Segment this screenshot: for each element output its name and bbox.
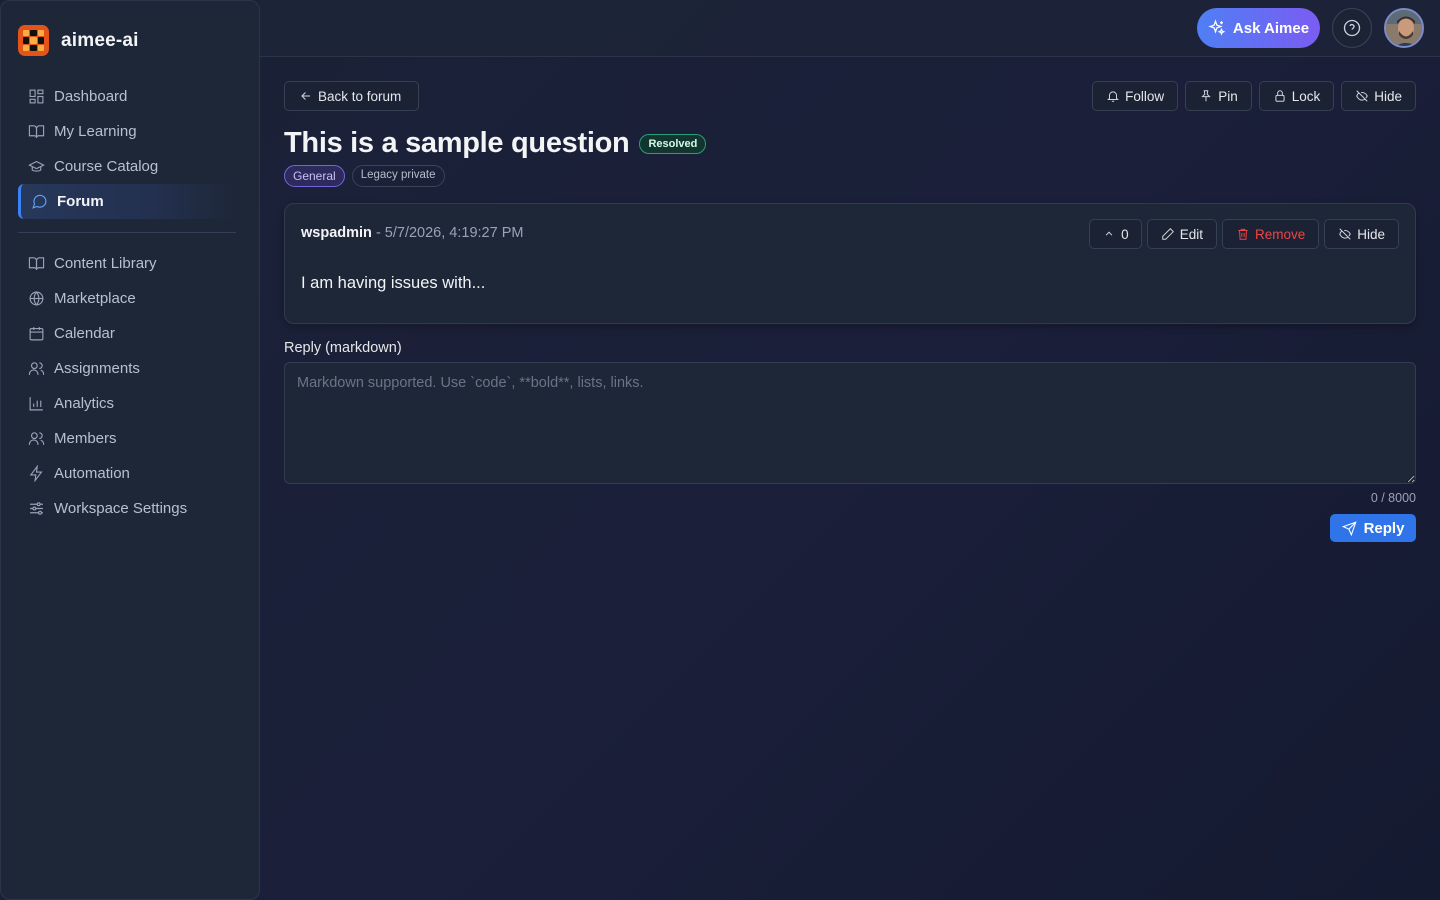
sidebar: aimee-ai Dashboard My Learning Course Ca…: [0, 0, 260, 900]
brand-logo-icon: [18, 25, 49, 56]
bar-chart-icon: [29, 397, 43, 411]
sidebar-item-label: Automation: [54, 465, 130, 482]
char-count: 0 / 8000: [1370, 491, 1416, 505]
dashboard-icon: [29, 89, 44, 104]
topbar: Ask Aimee: [260, 0, 1440, 57]
send-icon: [1341, 520, 1357, 536]
sidebar-item-dashboard[interactable]: Dashboard: [18, 79, 236, 114]
chevron-up-icon: [1105, 231, 1113, 236]
back-to-forum-button[interactable]: Back to forum: [284, 81, 419, 111]
sidebar-item-workspace-settings[interactable]: Workspace Settings: [18, 491, 236, 526]
help-circle-icon: [1343, 19, 1361, 37]
lock-label: Lock: [1291, 88, 1321, 104]
sidebar-item-label: Calendar: [54, 325, 115, 342]
sidebar-item-label: Marketplace: [54, 290, 136, 307]
sidebar-item-label: Dashboard: [54, 88, 128, 105]
vote-count: 0: [1121, 226, 1129, 242]
sidebar-item-course-catalog[interactable]: Course Catalog: [18, 149, 236, 184]
sidebar-item-automation[interactable]: Automation: [18, 456, 236, 491]
reply-button[interactable]: Reply: [1330, 514, 1416, 542]
hide-thread-button[interactable]: Hide: [1341, 81, 1416, 111]
arrow-left-icon: [301, 92, 311, 100]
post-meta: wspadmin - 5/7/2026, 4:19:27 PM: [301, 225, 523, 241]
thread-tags: General Legacy private: [284, 165, 445, 187]
users-icon: [28, 362, 45, 375]
sparkles-icon: [1208, 19, 1226, 36]
pin-label: Pin: [1218, 88, 1238, 104]
sidebar-item-members[interactable]: Members: [18, 421, 236, 456]
lock-button[interactable]: Lock: [1258, 81, 1335, 111]
zap-icon: [29, 465, 43, 482]
page-title: This is a sample question: [284, 127, 630, 159]
post-author[interactable]: wspadmin: [301, 225, 372, 241]
globe-icon: [29, 291, 44, 306]
trash-icon: [1238, 228, 1248, 240]
post-timestamp: - 5/7/2026, 4:19:27 PM: [375, 225, 524, 241]
book-open-icon: [28, 125, 45, 138]
calendar-icon: [29, 327, 44, 341]
bell-icon: [1107, 91, 1120, 102]
eye-off-icon: [1356, 90, 1369, 102]
edit-label: Edit: [1179, 226, 1203, 242]
pin-button[interactable]: Pin: [1185, 81, 1252, 111]
hide-thread-label: Hide: [1374, 88, 1402, 104]
status-badge: Resolved: [639, 133, 707, 154]
reply-textarea[interactable]: [284, 362, 1416, 484]
user-avatar-icon: [1386, 10, 1422, 46]
remove-label: Remove: [1254, 226, 1306, 242]
eye-off-icon: [1339, 228, 1352, 240]
sidebar-item-label: Content Library: [54, 255, 157, 272]
sidebar-item-assignments[interactable]: Assignments: [18, 351, 236, 386]
pencil-icon: [1161, 228, 1174, 240]
sidebar-item-marketplace[interactable]: Marketplace: [18, 281, 236, 316]
follow-label: Follow: [1125, 88, 1165, 104]
sidebar-item-my-learning[interactable]: My Learning: [18, 114, 236, 149]
edit-button[interactable]: Edit: [1146, 219, 1217, 249]
sidebar-item-label: Members: [54, 430, 117, 447]
pin-icon: [1201, 90, 1211, 102]
help-button[interactable]: [1332, 8, 1372, 48]
sidebar-nav: Dashboard My Learning Course Catalog For…: [18, 79, 236, 526]
post-actions: 0 Edit Remove Hide: [1089, 219, 1399, 249]
ask-aimee-button[interactable]: Ask Aimee: [1197, 8, 1320, 48]
back-to-forum-label: Back to forum: [318, 88, 402, 104]
brand[interactable]: aimee-ai: [18, 25, 139, 56]
sidebar-item-label: Assignments: [54, 360, 140, 377]
reply-button-label: Reply: [1363, 519, 1405, 537]
brand-name: aimee-ai: [61, 29, 139, 51]
follow-button[interactable]: Follow: [1092, 81, 1179, 111]
book-open-icon: [28, 257, 45, 270]
upvote-button[interactable]: 0: [1089, 219, 1142, 249]
ask-aimee-label: Ask Aimee: [1232, 19, 1310, 37]
thread-actions: Follow Pin Lock Hide: [1092, 81, 1416, 111]
post-card: wspadmin - 5/7/2026, 4:19:27 PM 0 Edit R…: [284, 203, 1416, 324]
avatar[interactable]: [1384, 8, 1424, 48]
sidebar-item-label: My Learning: [54, 123, 137, 140]
lock-icon: [1275, 90, 1285, 102]
hide-post-button[interactable]: Hide: [1324, 219, 1399, 249]
sliders-icon: [30, 502, 43, 515]
tag-legacy-private[interactable]: Legacy private: [351, 165, 445, 187]
sidebar-item-label: Analytics: [54, 395, 115, 412]
sidebar-item-calendar[interactable]: Calendar: [18, 316, 236, 351]
tag-general[interactable]: General: [284, 165, 345, 187]
reply-label: Reply (markdown): [284, 340, 402, 356]
post-body: I am having issues with...: [301, 274, 486, 292]
sidebar-item-label: Forum: [57, 193, 104, 210]
remove-button[interactable]: Remove: [1221, 219, 1320, 249]
hide-post-label: Hide: [1357, 226, 1385, 242]
thread-title-row: This is a sample question Resolved: [284, 127, 707, 160]
sidebar-item-forum[interactable]: Forum: [18, 184, 236, 219]
graduation-cap-icon: [28, 160, 45, 172]
users-icon: [28, 432, 45, 445]
sidebar-item-label: Workspace Settings: [54, 500, 188, 517]
sidebar-item-label: Course Catalog: [54, 158, 159, 175]
sidebar-item-content-library[interactable]: Content Library: [18, 246, 236, 281]
message-circle-icon: [32, 194, 47, 209]
sidebar-divider: [18, 232, 236, 233]
sidebar-item-analytics[interactable]: Analytics: [18, 386, 236, 421]
